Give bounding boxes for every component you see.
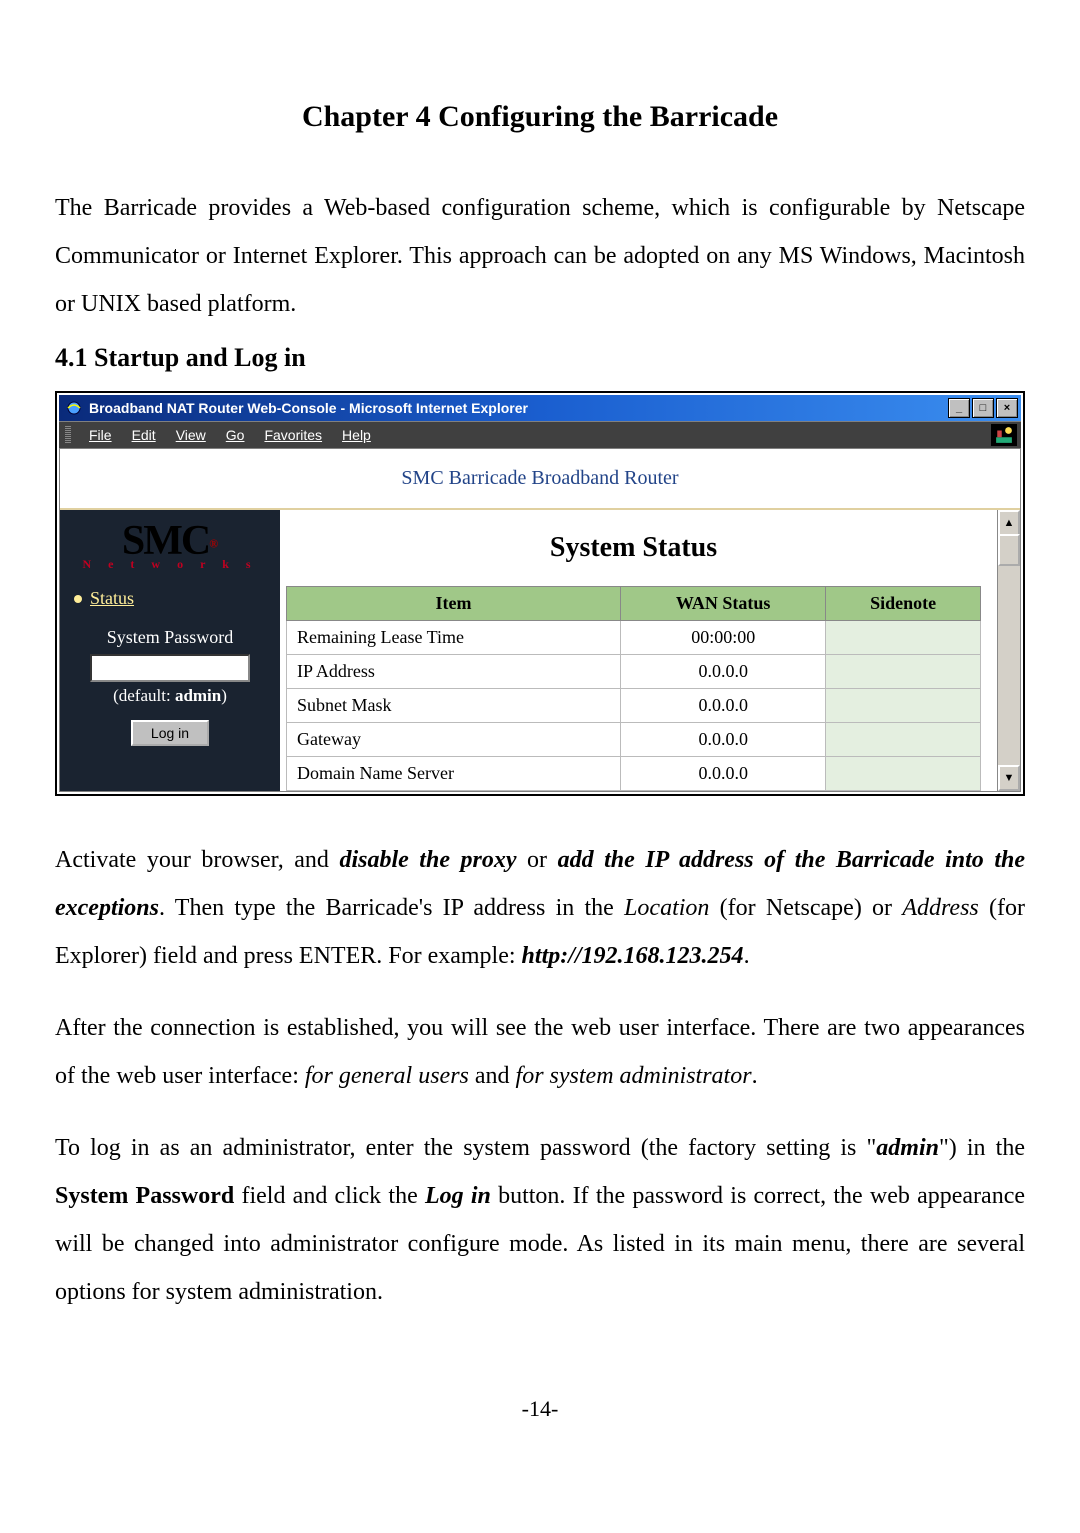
scroll-thumb[interactable]: [998, 534, 1020, 566]
table-row: Subnet Mask 0.0.0.0: [287, 689, 981, 723]
paragraph-proxy: Activate your browser, and disable the p…: [55, 836, 1025, 980]
menu-favorites[interactable]: Favorites: [254, 427, 332, 443]
scroll-down-button[interactable]: ▼: [998, 765, 1020, 791]
screenshot-window: Broadband NAT Router Web-Console - Micro…: [55, 391, 1025, 796]
wan-status-table: Item WAN Status Sidenote Remaining Lease…: [286, 586, 981, 791]
window-title: Broadband NAT Router Web-Console - Micro…: [89, 400, 948, 416]
menu-go[interactable]: Go: [216, 427, 255, 443]
chapter-title: Chapter 4 Configuring the Barricade: [55, 100, 1025, 134]
col-wan: WAN Status: [621, 587, 826, 621]
table-row: Gateway 0.0.0.0: [287, 723, 981, 757]
sidebar: SMC® N e t w o r k s Status System Passw…: [60, 510, 280, 791]
brand-logo: SMC® N e t w o r k s: [74, 520, 266, 570]
col-sidenote: Sidenote: [826, 587, 981, 621]
login-button[interactable]: Log in: [131, 720, 209, 746]
menubar: File Edit View Go Favorites Help: [59, 421, 1021, 448]
window-titlebar: Broadband NAT Router Web-Console - Micro…: [59, 395, 1021, 421]
menu-edit[interactable]: Edit: [122, 427, 166, 443]
maximize-button[interactable]: □: [972, 398, 994, 418]
app-banner: SMC Barricade Broadband Router: [60, 449, 1020, 510]
col-item: Item: [287, 587, 621, 621]
paragraph-intro: The Barricade provides a Web-based confi…: [55, 184, 1025, 328]
page-title: System Status: [286, 532, 981, 564]
vertical-scrollbar[interactable]: ▲ ▼: [997, 510, 1020, 791]
menubar-grip: [65, 426, 71, 444]
table-row: Domain Name Server 0.0.0.0: [287, 757, 981, 791]
table-row: IP Address 0.0.0.0: [287, 655, 981, 689]
table-row: Remaining Lease Time 00:00:00: [287, 621, 981, 655]
scroll-up-button[interactable]: ▲: [998, 510, 1020, 536]
ie-icon: [65, 399, 83, 417]
section-title: 4.1 Startup and Log in: [55, 343, 1025, 373]
close-button[interactable]: ×: [996, 398, 1018, 418]
menu-help[interactable]: Help: [332, 427, 381, 443]
minimize-button[interactable]: _: [948, 398, 970, 418]
paragraph-login: To log in as an administrator, enter the…: [55, 1124, 1025, 1316]
menu-file[interactable]: File: [79, 427, 122, 443]
password-hint: (default: admin): [74, 686, 266, 706]
password-input[interactable]: [90, 654, 250, 682]
throbber-icon: [991, 424, 1017, 446]
sidebar-item-label: Status: [90, 588, 134, 609]
paragraph-ui-modes: After the connection is established, you…: [55, 1004, 1025, 1100]
password-label: System Password: [74, 627, 266, 648]
bullet-icon: [74, 595, 82, 603]
page-number: -14-: [55, 1396, 1025, 1422]
menu-view[interactable]: View: [166, 427, 216, 443]
sidebar-item-status[interactable]: Status: [74, 588, 266, 609]
